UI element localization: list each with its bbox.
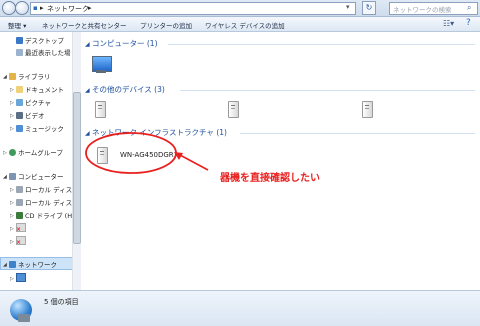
sidebar-item-recent[interactable]: 最近表示した場 [16, 47, 71, 57]
add-wireless-button[interactable]: ワイヤレス デバイスの追加 [205, 20, 285, 30]
sidebar-item-label: デスクトップ [25, 37, 64, 45]
annotation-circle [85, 132, 177, 174]
sidebar-item-libraries[interactable]: ライブラリ [9, 71, 51, 81]
sidebar-item-label: ビデオ [25, 112, 45, 120]
recent-places-icon [16, 49, 23, 56]
sidebar-item-label: ネットワーク [18, 261, 57, 269]
sidebar-item-label: コンピューター [18, 173, 64, 181]
view-options-icon[interactable]: ☷▾ [443, 19, 454, 28]
search-icon[interactable]: ⌕ [467, 3, 471, 13]
collapse-arrow-icon[interactable]: ▷ [10, 239, 14, 245]
breadcrumb-chevron-icon[interactable]: ▸ [88, 4, 92, 12]
sidebar-item-desktop[interactable]: デスクトップ [16, 35, 64, 45]
group-divider [180, 90, 475, 91]
sidebar-item-computer[interactable]: コンピューター [9, 171, 64, 181]
collapse-arrow-icon[interactable]: ▷ [10, 87, 14, 93]
network-globe-icon [10, 299, 32, 322]
search-input[interactable]: ネットワークの検索 ⌕ [389, 2, 478, 15]
sidebar-item-label: ピクチャ [25, 99, 51, 107]
address-box[interactable]: ▪ ▸ ネットワーク ▸ ▾ [30, 2, 356, 15]
sidebar-item-label: ライブラリ [18, 73, 51, 81]
homegroup-icon [9, 149, 16, 156]
documents-icon [16, 86, 23, 93]
forward-button[interactable] [15, 1, 29, 15]
computer-device-stand [96, 70, 106, 73]
pictures-icon [16, 99, 23, 106]
sidebar-item-documents[interactable]: ドキュメント [16, 84, 64, 94]
sidebar-item-pictures[interactable]: ピクチャ [16, 97, 51, 107]
item-count: 5 個の項目 [44, 298, 79, 306]
videos-icon [16, 112, 23, 119]
collapse-arrow-icon[interactable]: ▷ [10, 187, 14, 193]
breadcrumb-network[interactable]: ネットワーク [47, 4, 89, 14]
network-drive-disconnected-icon[interactable]: × [16, 223, 26, 233]
breadcrumb-separator-icon[interactable]: ▸ [40, 4, 44, 12]
sidebar-item-label: 最近表示した場 [25, 49, 71, 57]
sidebar-item-local-disk-c[interactable]: ローカル ディス [16, 184, 72, 194]
network-center-button[interactable]: ネットワークと共有センター [42, 20, 127, 30]
help-icon[interactable]: ? [466, 18, 471, 28]
drive-icon [16, 186, 23, 193]
device-tower-icon[interactable] [95, 101, 106, 118]
sidebar-item-label: ローカル ディス [25, 199, 73, 207]
address-dropdown-icon[interactable]: ▾ [346, 3, 350, 11]
expand-arrow-icon[interactable]: ◢ [3, 262, 7, 268]
sidebar-item-label: ミュージック [25, 125, 64, 133]
collapse-arrow-icon[interactable]: ▷ [10, 200, 14, 206]
drive-icon [16, 199, 23, 206]
sidebar-item-label: CD ドライブ (H [25, 212, 73, 220]
computer-icon [9, 173, 16, 180]
group-collapse-icon[interactable]: ◢ [85, 87, 90, 94]
sidebar-item-label: ホームグループ [18, 149, 63, 157]
collapse-arrow-icon[interactable]: ▷ [10, 126, 14, 132]
annotation-arrow-line [179, 154, 209, 171]
group-divider [168, 44, 475, 45]
command-toolbar: 整理 ▾ ネットワークと共有センター プリンターの追加 ワイヤレス デバイスの追… [0, 17, 480, 32]
network-icon [9, 261, 16, 268]
sidebar-item-label: ドキュメント [25, 86, 64, 94]
library-icon [9, 73, 16, 80]
collapse-arrow-icon[interactable]: ▷ [10, 100, 14, 106]
sidebar-item-music[interactable]: ミュージック [16, 123, 64, 133]
group-header-computers[interactable]: コンピューター (1) [92, 38, 158, 49]
collapse-arrow-icon[interactable]: ▷ [10, 226, 14, 232]
address-bar-area: ▪ ▸ ネットワーク ▸ ▾ ↻ ネットワークの検索 ⌕ [0, 0, 480, 17]
collapse-arrow-icon[interactable]: ▷ [10, 113, 14, 119]
details-pane [0, 290, 480, 326]
add-printer-button[interactable]: プリンターの追加 [140, 20, 192, 30]
annotation-text: 器機を直接確認したい [220, 173, 320, 184]
back-button[interactable] [2, 1, 16, 15]
music-icon [16, 125, 23, 132]
sidebar-item-homegroup[interactable]: ホームグループ [9, 147, 63, 157]
sidebar-item-local-disk-d[interactable]: ローカル ディス [16, 197, 72, 207]
collapse-arrow-icon[interactable]: ▷ [10, 213, 14, 219]
sidebar-item-label: ローカル ディス [25, 186, 73, 194]
expand-arrow-icon[interactable]: ◢ [3, 74, 7, 80]
organize-button[interactable]: 整理 ▾ [8, 20, 26, 30]
group-header-other-devices[interactable]: その他のデバイス (3) [92, 84, 165, 95]
sidebar-item-cd-drive[interactable]: CD ドライブ (H [16, 210, 72, 220]
sidebar-item-videos[interactable]: ビデオ [16, 110, 45, 120]
expand-arrow-icon[interactable]: ◢ [3, 174, 7, 180]
desktop-icon [16, 37, 23, 44]
group-collapse-icon[interactable]: ◢ [85, 41, 90, 48]
device-tower-icon[interactable] [362, 101, 373, 118]
network-drive-disconnected-icon[interactable]: × [16, 236, 26, 246]
collapse-arrow-icon[interactable]: ▷ [10, 276, 14, 282]
collapse-arrow-icon[interactable]: ▷ [3, 150, 7, 156]
device-tower-icon[interactable] [228, 101, 239, 118]
network-location-icon: ▪ [33, 4, 38, 12]
cd-drive-icon [16, 212, 23, 219]
search-placeholder: ネットワークの検索 [393, 6, 452, 14]
network-computer-icon[interactable] [16, 273, 26, 282]
refresh-button[interactable]: ↻ [362, 1, 376, 15]
navigation-pane: デスクトップ 最近表示した場 ◢ ライブラリ ▷ ドキュメント ▷ ピクチャ ▷… [0, 32, 81, 290]
sidebar-item-network[interactable]: ネットワーク [9, 259, 57, 269]
